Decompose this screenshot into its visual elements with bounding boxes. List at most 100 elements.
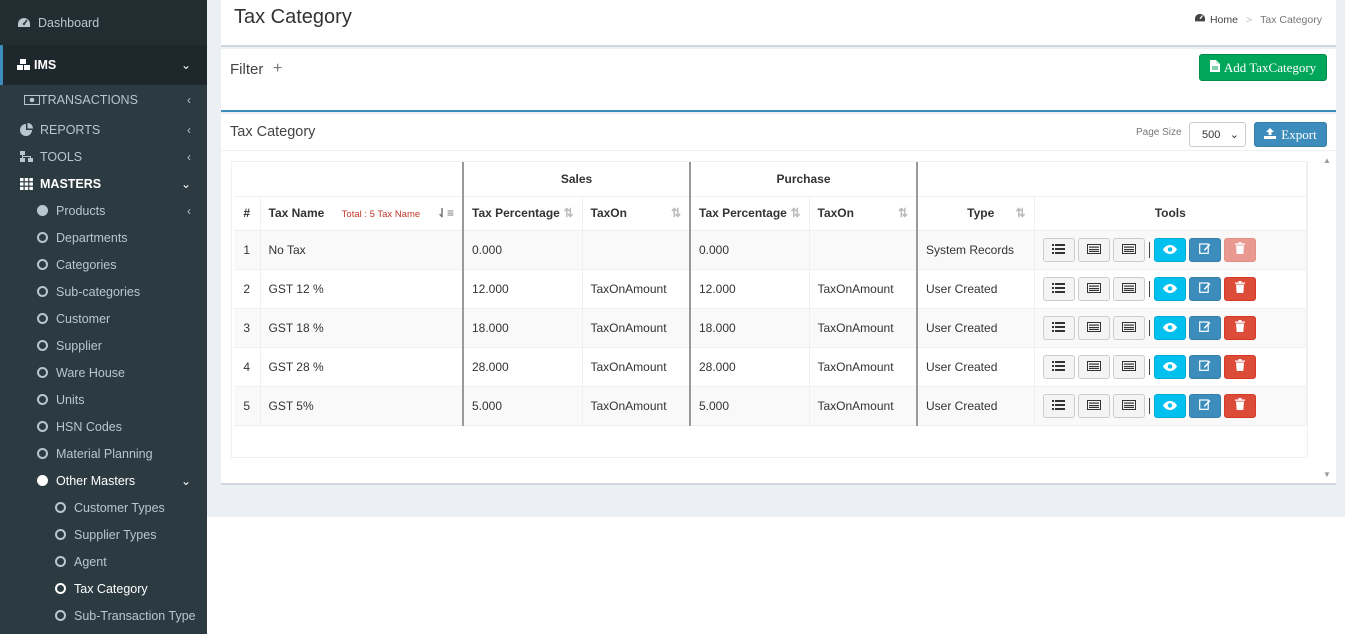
card-icon <box>1086 243 1101 257</box>
sidebar-item-departments[interactable]: Departments <box>0 224 207 251</box>
sidebar-item-ware-house[interactable]: Ware House <box>0 359 207 386</box>
sidebar-item-hsn-codes[interactable]: HSN Codes <box>0 413 207 440</box>
view-button[interactable] <box>1153 237 1186 262</box>
column-header-type[interactable]: Type ⇅ <box>916 196 1035 231</box>
circle-icon <box>37 394 48 405</box>
delete-button[interactable] <box>1223 237 1256 262</box>
details-button[interactable] <box>1077 237 1110 262</box>
details-button[interactable] <box>1077 276 1110 301</box>
sidebar-item-supplier-types[interactable]: Supplier Types <box>0 521 207 548</box>
cell-tools <box>1034 347 1307 387</box>
trash-icon <box>1234 320 1245 335</box>
delete-button[interactable] <box>1223 354 1256 379</box>
circle-icon <box>55 502 66 513</box>
column-header-purchase-taxon[interactable]: TaxOn ⇅ <box>809 196 918 231</box>
sort-icon: ⇅ <box>1015 206 1026 220</box>
list-button[interactable] <box>1042 237 1075 262</box>
sort-icon: ⇅ <box>790 206 801 220</box>
cell-purchase-taxon <box>809 230 918 270</box>
breadcrumb-current: Tax Category <box>1260 13 1322 26</box>
delete-button[interactable] <box>1223 276 1256 301</box>
sidebar-item-ims[interactable]: IMS ⌄ <box>0 45 207 85</box>
edit-button[interactable] <box>1188 315 1221 340</box>
circle-icon <box>37 286 48 297</box>
details-button[interactable] <box>1077 354 1110 379</box>
page-size-select[interactable]: 500 ⌄ <box>1189 122 1246 147</box>
column-header-sales-taxon[interactable]: TaxOn ⇅ <box>582 196 691 231</box>
list-button[interactable] <box>1042 354 1075 379</box>
cell-type: User Created <box>916 386 1035 426</box>
edit-button[interactable] <box>1188 237 1221 262</box>
table-row: 1 No Tax 0.000 0.000 System Records <box>234 230 1307 270</box>
eye-icon <box>1162 282 1177 296</box>
sidebar-item-agent[interactable]: Agent <box>0 548 207 575</box>
column-header-label: Tax Percentage <box>699 206 787 220</box>
export-button[interactable]: Export <box>1254 122 1327 147</box>
list-button[interactable] <box>1042 315 1075 340</box>
summary-button[interactable] <box>1112 276 1145 301</box>
sidebar-item-products[interactable]: Products ‹ <box>0 197 207 224</box>
view-button[interactable] <box>1153 393 1186 418</box>
sidebar-item-masters[interactable]: MASTERS ⌄ <box>0 170 207 197</box>
edit-button[interactable] <box>1188 354 1221 379</box>
sidebar-item-categories[interactable]: Categories <box>0 251 207 278</box>
sidebar-item-label: Products <box>56 203 106 218</box>
breadcrumb: Home > Tax Category <box>1194 13 1322 26</box>
edit-button[interactable] <box>1188 276 1221 301</box>
summary-button[interactable] <box>1112 354 1145 379</box>
summary-button[interactable] <box>1112 315 1145 340</box>
add-button-label: Add TaxCategory <box>1223 59 1317 75</box>
trash-icon <box>1234 359 1245 374</box>
sitemap-icon <box>18 150 34 163</box>
breadcrumb-separator: > <box>1245 13 1253 26</box>
card-icon <box>1086 321 1101 335</box>
sort-amount-icon: ⇃≡ <box>436 206 454 220</box>
sort-icon: ⇅ <box>670 206 681 220</box>
total-count: Total : 5 Tax Name <box>341 209 421 220</box>
summary-button[interactable] <box>1112 393 1145 418</box>
column-header-purchase-tax-percentage[interactable]: Tax Percentage ⇅ <box>689 196 810 231</box>
edit-button[interactable] <box>1188 393 1221 418</box>
sidebar-item-label: Departments <box>56 230 128 245</box>
sidebar-item-label: Ware House <box>56 365 126 380</box>
summary-button[interactable] <box>1112 237 1145 262</box>
delete-button[interactable] <box>1223 393 1256 418</box>
sidebar-item-dashboard[interactable]: Dashboard <box>0 0 207 45</box>
table-row: 2 GST 12 % 12.000 TaxOnAmount 12.000 Tax… <box>234 269 1307 309</box>
divider <box>1148 358 1150 375</box>
column-header-tax-name[interactable]: Tax Name Total : 5 Tax Name ⇃≡ <box>260 196 464 231</box>
scroll-up-arrow[interactable]: ▲ <box>1323 156 1331 165</box>
add-tax-category-button[interactable]: Add TaxCategory <box>1199 54 1327 81</box>
column-header-index: # <box>234 196 261 231</box>
sidebar-item-material-planning[interactable]: Material Planning <box>0 440 207 467</box>
sidebar-item-supplier[interactable]: Supplier <box>0 332 207 359</box>
sidebar-item-tax-category[interactable]: Tax Category <box>0 575 207 602</box>
cell-type: User Created <box>916 269 1035 309</box>
page-size-label: Page Size <box>1136 127 1182 138</box>
sidebar-item-label: MASTERS <box>40 176 102 191</box>
sidebar-item-sub-transaction-type[interactable]: Sub-Transaction Type <box>0 602 207 629</box>
details-button[interactable] <box>1077 393 1110 418</box>
list-button[interactable] <box>1042 276 1075 301</box>
scroll-down-arrow[interactable]: ▼ <box>1323 470 1331 479</box>
cell-index: 3 <box>234 308 261 348</box>
breadcrumb-home-link[interactable]: Home <box>1210 14 1238 26</box>
cell-index: 4 <box>234 347 261 387</box>
sidebar-item-other-masters[interactable]: Other Masters ⌄ <box>0 467 207 494</box>
filter-expand-button[interactable]: + <box>273 60 282 78</box>
cell-sales-tax-percentage: 0.000 <box>462 230 583 270</box>
details-button[interactable] <box>1077 315 1110 340</box>
view-button[interactable] <box>1153 315 1186 340</box>
sidebar-item-tools[interactable]: TOOLS ‹ <box>0 143 207 170</box>
sidebar-item-sub-categories[interactable]: Sub-categories <box>0 278 207 305</box>
sidebar-item-customer[interactable]: Customer <box>0 305 207 332</box>
sidebar-item-customer-types[interactable]: Customer Types <box>0 494 207 521</box>
sidebar-item-units[interactable]: Units <box>0 386 207 413</box>
column-header-sales-tax-percentage[interactable]: Tax Percentage ⇅ <box>462 196 583 231</box>
list-button[interactable] <box>1042 393 1075 418</box>
view-button[interactable] <box>1153 354 1186 379</box>
view-button[interactable] <box>1153 276 1186 301</box>
delete-button[interactable] <box>1223 315 1256 340</box>
sidebar-item-reports[interactable]: REPORTS ‹ <box>0 116 207 143</box>
sidebar-item-transactions[interactable]: TRANSACTIONS ‹ <box>0 86 207 113</box>
